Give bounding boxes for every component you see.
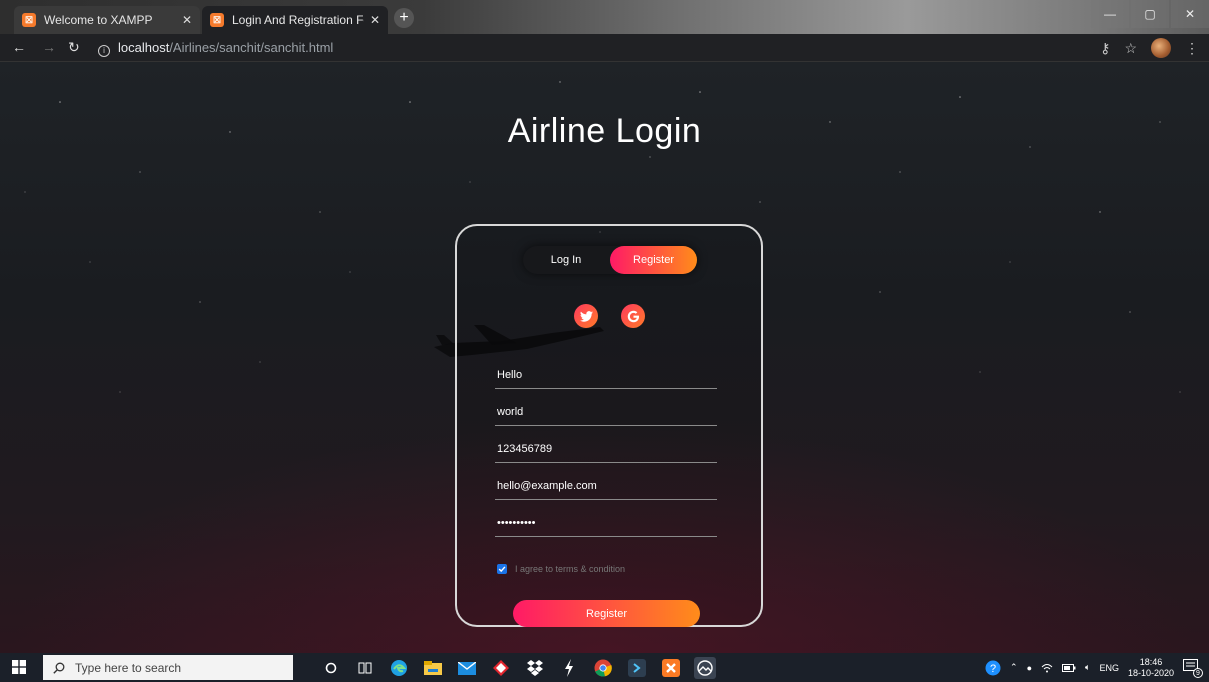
close-window-icon[interactable]: ✕ xyxy=(1171,0,1209,28)
photos-app-icon[interactable] xyxy=(694,657,716,679)
system-tray: ? ⌃ ● 🔈︎ ENG 18:46 18-10-2020 9 xyxy=(985,653,1203,682)
task-view-icon[interactable] xyxy=(354,657,376,679)
search-icon xyxy=(53,662,65,674)
edge-icon[interactable] xyxy=(388,657,410,679)
taskbar-apps xyxy=(320,657,716,679)
phone-field xyxy=(495,437,717,463)
menu-icon[interactable]: ⋮ xyxy=(1185,40,1199,57)
first-name-field xyxy=(495,363,717,389)
office-diamond-icon[interactable] xyxy=(490,657,512,679)
register-toggle-button[interactable]: Register xyxy=(610,246,697,274)
last-name-field xyxy=(495,400,717,426)
address-bar: ← → ↻ i localhost/Airlines/sanchit/sanchi… xyxy=(0,34,1209,62)
page-background: Airline Login Log In Register Hello worl… xyxy=(0,62,1209,653)
cortana-icon[interactable] xyxy=(320,657,342,679)
taskbar-search[interactable]: Type here to search xyxy=(43,655,293,680)
clock[interactable]: 18:46 18-10-2020 xyxy=(1128,657,1174,679)
page-title: Airline Login xyxy=(507,112,702,150)
file-explorer-icon[interactable] xyxy=(422,657,444,679)
close-icon[interactable]: ✕ xyxy=(370,13,380,27)
xampp-taskbar-icon[interactable] xyxy=(660,657,682,679)
help-icon[interactable]: ? xyxy=(985,660,1001,676)
chrome-icon[interactable] xyxy=(592,657,614,679)
password-input[interactable] xyxy=(495,511,717,535)
close-icon[interactable]: ✕ xyxy=(182,13,192,27)
terms-label: I agree to terms & condition xyxy=(515,564,626,574)
address-bar-actions: ⚷ ☆ ⋮ xyxy=(1100,38,1199,58)
mail-icon[interactable] xyxy=(456,657,478,679)
last-name-input[interactable] xyxy=(495,400,717,424)
chevron-up-icon[interactable]: ⌃ xyxy=(1010,662,1018,673)
xampp-icon: ☒ xyxy=(22,13,36,27)
minimize-icon[interactable]: — xyxy=(1091,0,1129,28)
tab-title: Login And Registration Form - A xyxy=(232,13,364,27)
window-controls: — ▢ ✕ xyxy=(1089,0,1209,28)
notification-center-icon[interactable]: 9 xyxy=(1183,658,1203,678)
login-register-card: Log In Register Hello world 123456789 he… xyxy=(455,224,763,627)
tab-welcome-xampp[interactable]: ☒ Welcome to XAMPP ✕ xyxy=(14,6,200,34)
battery-icon[interactable] xyxy=(1062,663,1076,672)
clock-time: 18:46 xyxy=(1139,656,1163,667)
terms-agreement: I agree to terms & condition xyxy=(497,564,625,574)
windows-taskbar: Type here to search ? ⌃ ● 🔈︎ ENG 18:46 1… xyxy=(0,653,1209,682)
back-icon[interactable]: ← xyxy=(12,39,26,55)
form-toggle: Log In Register xyxy=(523,246,697,274)
info-icon[interactable]: i xyxy=(98,45,110,57)
url-field[interactable]: i localhost/Airlines/sanchit/sanchit.html xyxy=(98,40,333,57)
wifi-icon[interactable] xyxy=(1041,663,1053,673)
people-icon[interactable]: ● xyxy=(1027,663,1032,673)
first-name-input[interactable] xyxy=(495,363,717,387)
login-toggle-button[interactable]: Log In xyxy=(523,246,609,274)
clock-date: 18-10-2020 xyxy=(1127,667,1174,678)
notification-count: 9 xyxy=(1193,667,1203,678)
maximize-icon[interactable]: ▢ xyxy=(1131,0,1169,28)
avatar[interactable] xyxy=(1151,38,1171,58)
twitter-login-button[interactable] xyxy=(574,304,598,328)
register-submit-button[interactable]: Register xyxy=(513,600,700,627)
new-tab-button[interactable]: + xyxy=(394,8,414,28)
url-host: localhost xyxy=(118,40,170,55)
windows-start-icon[interactable] xyxy=(12,660,26,674)
volume-icon[interactable]: 🔈︎ xyxy=(1085,662,1090,673)
bolt-app-icon[interactable] xyxy=(558,657,580,679)
email-field xyxy=(495,474,717,500)
twitter-icon xyxy=(579,310,593,322)
reload-icon[interactable]: ↻ xyxy=(68,39,80,56)
google-icon xyxy=(627,310,639,322)
email-input[interactable] xyxy=(495,474,717,498)
url-path: /Airlines/sanchit/sanchit.html xyxy=(169,40,334,55)
language-indicator[interactable]: ENG xyxy=(1099,663,1119,673)
star-icon[interactable]: ☆ xyxy=(1124,40,1137,57)
dropbox-icon[interactable] xyxy=(524,657,546,679)
key-icon[interactable]: ⚷ xyxy=(1100,40,1110,57)
forward-icon[interactable]: → xyxy=(42,39,56,55)
svg-text:?: ? xyxy=(990,663,996,675)
browser-tab-bar: ☒ Welcome to XAMPP ✕ ☒ Login And Registr… xyxy=(0,0,1209,34)
phone-input[interactable] xyxy=(495,437,717,461)
tab-login-registration[interactable]: ☒ Login And Registration Form - A ✕ xyxy=(202,6,388,34)
tab-title: Welcome to XAMPP xyxy=(44,13,153,27)
google-login-button[interactable] xyxy=(621,304,645,328)
terms-checkbox[interactable] xyxy=(497,564,507,574)
taskbar-search-placeholder: Type here to search xyxy=(75,660,182,675)
checkmark-icon xyxy=(498,566,506,573)
app-terminal-icon[interactable] xyxy=(626,657,648,679)
xampp-icon: ☒ xyxy=(210,13,224,27)
password-field xyxy=(495,511,717,537)
